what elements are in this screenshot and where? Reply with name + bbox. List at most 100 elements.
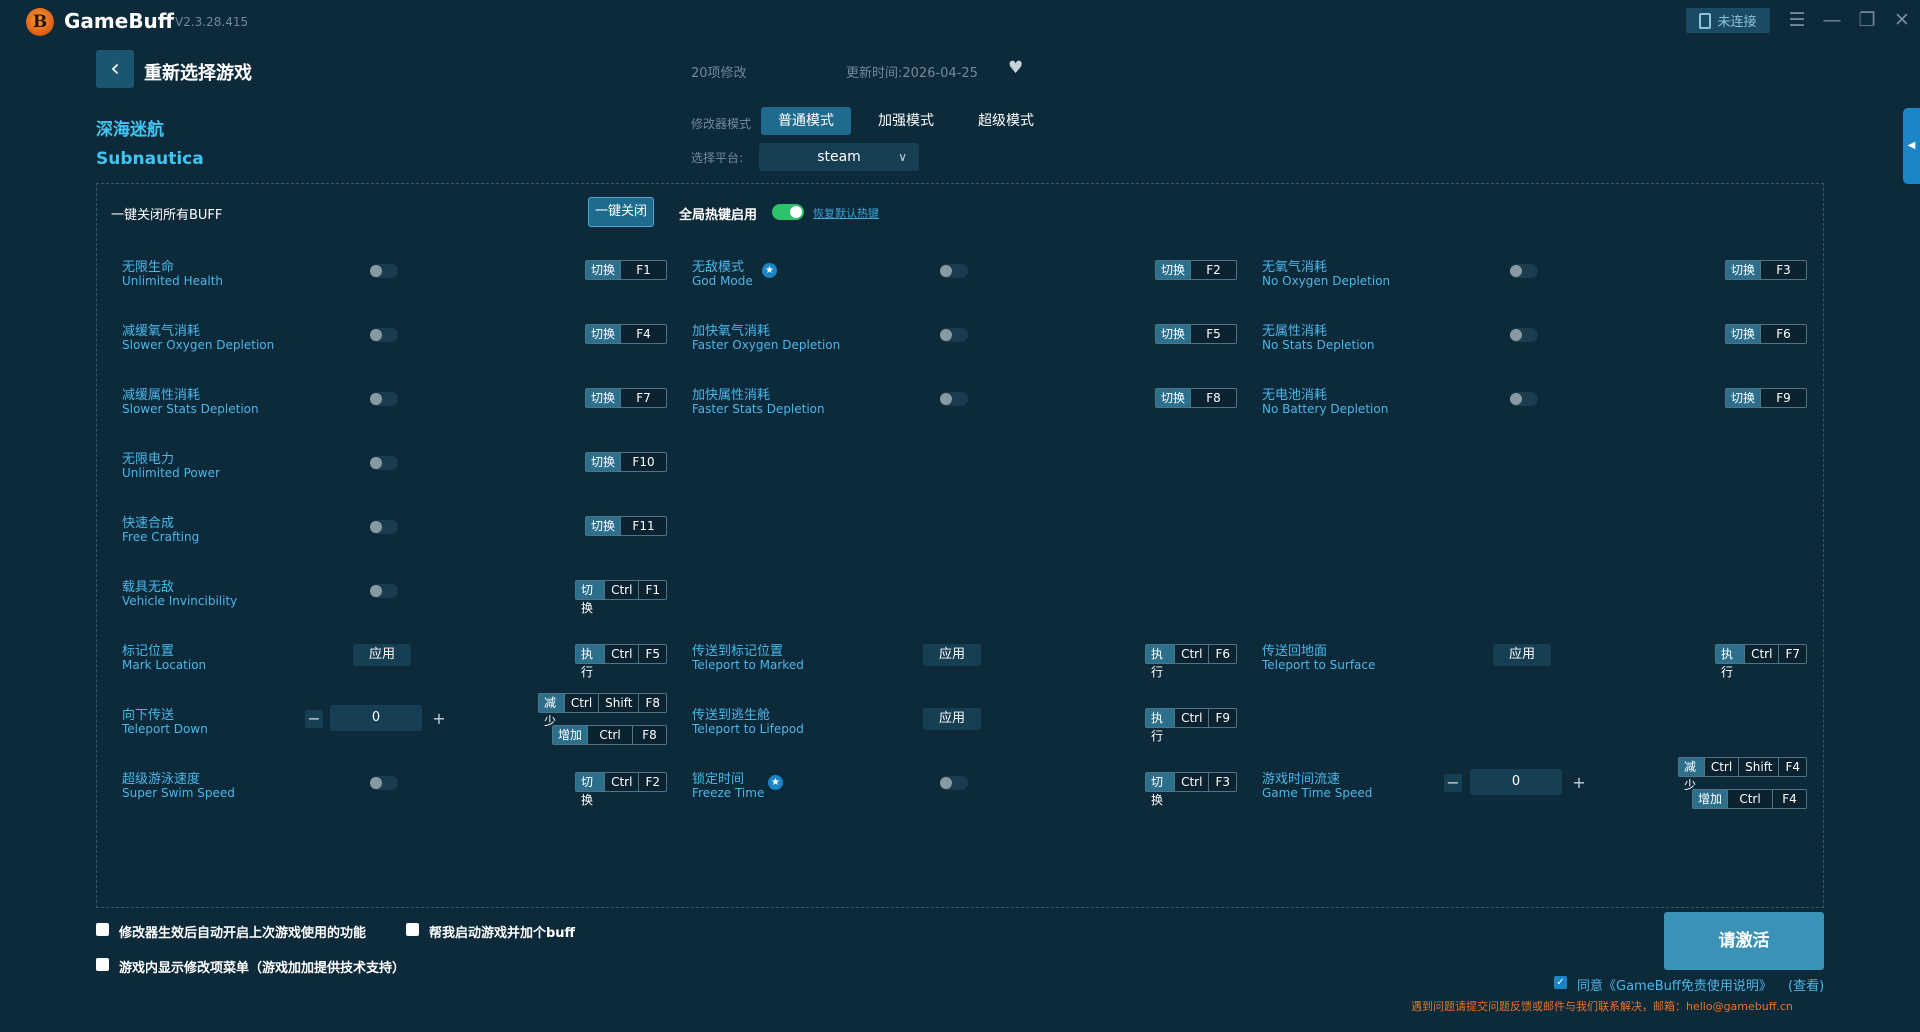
- hotkey-increase-button[interactable]: 增加 Ctrl F4: [1692, 789, 1807, 809]
- cheat-name-cn: 锁定时间: [692, 772, 745, 787]
- minimize-icon[interactable]: —: [1818, 7, 1846, 33]
- hotkey-key: F10: [620, 453, 666, 471]
- cheat-name-cn: 无属性消耗: [1262, 324, 1328, 339]
- cheat-toggle[interactable]: [940, 776, 968, 790]
- hotkey-button[interactable]: 切换 F6: [1725, 324, 1807, 344]
- cheat-name-en: Unlimited Power: [122, 466, 220, 480]
- hotkey-key: Ctrl: [563, 694, 598, 712]
- cheat-toggle[interactable]: [370, 328, 398, 342]
- menu-icon[interactable]: ☰: [1783, 7, 1811, 33]
- cheat-name-en: Game Time Speed: [1262, 786, 1373, 800]
- cheat-name-en: Slower Oxygen Depletion: [122, 338, 275, 352]
- cheat-name-cn: 快速合成: [122, 516, 175, 531]
- cheat-toggle[interactable]: [370, 392, 398, 406]
- activate-button[interactable]: 请激活: [1664, 912, 1824, 970]
- apply-button[interactable]: 应用: [923, 708, 981, 730]
- cheat-toggle[interactable]: [940, 392, 968, 406]
- close-all-button[interactable]: 一键关闭: [588, 197, 654, 227]
- cheat-name-cn: 标记位置: [122, 644, 175, 659]
- side-panel-tab[interactable]: ◀: [1903, 108, 1920, 184]
- cheat-name-cn: 加快属性消耗: [692, 388, 771, 403]
- mode-super-button[interactable]: 超级模式: [961, 107, 1051, 135]
- hotkey-button[interactable]: 切换 F9: [1725, 388, 1807, 408]
- hotkey-button[interactable]: 执行 Ctrl F7: [1715, 644, 1807, 679]
- value-input[interactable]: 0: [1470, 769, 1562, 795]
- hotkey-button[interactable]: 切换 Ctrl F1: [575, 580, 667, 615]
- hotkey-button[interactable]: 切换 F3: [1725, 260, 1807, 280]
- platform-select[interactable]: steam ∨: [759, 143, 919, 171]
- cheat-name-en: Teleport to Lifepod: [692, 722, 804, 736]
- hotkey-key: F7: [620, 389, 666, 407]
- hotkey-key: F3: [1208, 773, 1236, 791]
- app-version: V2.3.28.415: [175, 15, 249, 29]
- apply-button[interactable]: 应用: [1493, 644, 1551, 666]
- mode-enhanced-button[interactable]: 加强模式: [861, 107, 951, 135]
- hotkey-button[interactable]: 切换 F1: [585, 260, 667, 280]
- hotkey-button[interactable]: 切换 Ctrl F2: [575, 772, 667, 807]
- hotkey-key: F6: [1208, 645, 1236, 663]
- hotkey-button[interactable]: 切换 F4: [585, 324, 667, 344]
- decrease-button[interactable]: −: [305, 710, 323, 728]
- increase-button[interactable]: +: [1570, 774, 1588, 792]
- back-button[interactable]: ‹: [96, 50, 134, 88]
- close-icon[interactable]: ✕: [1888, 7, 1916, 33]
- star-badge-icon: ★: [762, 263, 777, 278]
- ingame-menu-checkbox[interactable]: [96, 958, 109, 971]
- global-hotkey-toggle[interactable]: [772, 204, 804, 220]
- auto-enable-checkbox[interactable]: [96, 923, 109, 936]
- favorite-heart-icon[interactable]: ♥: [1008, 58, 1023, 78]
- hotkey-action: 切换: [586, 453, 621, 471]
- hotkey-button[interactable]: 切换 F7: [585, 388, 667, 408]
- apply-button[interactable]: 应用: [353, 644, 411, 666]
- connect-status-label: 未连接: [1717, 15, 1757, 30]
- app-title: GameBuff: [64, 9, 174, 33]
- value-input[interactable]: 0: [330, 705, 422, 731]
- apply-button[interactable]: 应用: [923, 644, 981, 666]
- ingame-menu-label: 游戏内显示修改项菜单（游戏加加提供技术支持）: [119, 961, 406, 976]
- hotkey-button[interactable]: 执行 Ctrl F6: [1145, 644, 1237, 679]
- hotkey-button[interactable]: 执行 Ctrl F9: [1145, 708, 1237, 743]
- increase-button[interactable]: +: [430, 710, 448, 728]
- launch-game-checkbox[interactable]: [406, 923, 419, 936]
- agree-checkbox[interactable]: ✓: [1554, 976, 1567, 989]
- cheat-toggle[interactable]: [940, 264, 968, 278]
- hotkey-decrease-button[interactable]: 减少 Ctrl Shift F4: [1678, 757, 1807, 792]
- hotkey-button[interactable]: 切换 F2: [1155, 260, 1237, 280]
- hotkey-increase-button[interactable]: 增加 Ctrl F8: [552, 725, 667, 745]
- hotkey-key: Ctrl: [604, 645, 638, 663]
- cheat-name-en: No Battery Depletion: [1262, 402, 1389, 416]
- hotkey-button[interactable]: 切换 F11: [585, 516, 667, 536]
- cheat-toggle[interactable]: [370, 584, 398, 598]
- cheat-toggle[interactable]: [940, 328, 968, 342]
- maximize-icon[interactable]: ❐: [1853, 7, 1881, 33]
- hotkey-decrease-button[interactable]: 减少 Ctrl Shift F8: [538, 693, 667, 728]
- restore-hotkey-link[interactable]: 恢复默认热键: [813, 205, 879, 221]
- cheat-name-en: Slower Stats Depletion: [122, 402, 259, 416]
- global-hotkey-label: 全局热键启用: [679, 208, 758, 223]
- connect-status-button[interactable]: 未连接: [1686, 8, 1770, 33]
- cheat-toggle[interactable]: [370, 264, 398, 278]
- hotkey-action: 切换: [586, 389, 621, 407]
- cheat-name-cn: 无电池消耗: [1262, 388, 1328, 403]
- hotkey-button[interactable]: 切换 F8: [1155, 388, 1237, 408]
- cheat-toggle[interactable]: [370, 776, 398, 790]
- cheat-toggle[interactable]: [370, 520, 398, 534]
- page-title: 重新选择游戏: [144, 63, 252, 84]
- hotkey-button[interactable]: 切换 Ctrl F3: [1145, 772, 1237, 807]
- hotkey-button[interactable]: 执行 Ctrl F5: [575, 644, 667, 679]
- cheat-name-cn: 载具无敌: [122, 580, 175, 595]
- hotkey-action: 切换: [1726, 389, 1761, 407]
- agree-view-link[interactable]: (查看): [1788, 975, 1824, 994]
- cheat-toggle[interactable]: [1510, 392, 1538, 406]
- cheat-toggle[interactable]: [1510, 264, 1538, 278]
- hotkey-button[interactable]: 切换 F5: [1155, 324, 1237, 344]
- cheat-name-en: Freeze Time: [692, 786, 765, 800]
- hotkey-key: F5: [638, 645, 666, 663]
- hotkey-key: F3: [1760, 261, 1806, 279]
- mode-normal-button[interactable]: 普通模式: [761, 107, 851, 135]
- decrease-button[interactable]: −: [1444, 774, 1462, 792]
- hotkey-button[interactable]: 切换 F10: [585, 452, 667, 472]
- cheat-toggle[interactable]: [370, 456, 398, 470]
- hotkey-action: 执行: [1146, 709, 1175, 743]
- cheat-toggle[interactable]: [1510, 328, 1538, 342]
